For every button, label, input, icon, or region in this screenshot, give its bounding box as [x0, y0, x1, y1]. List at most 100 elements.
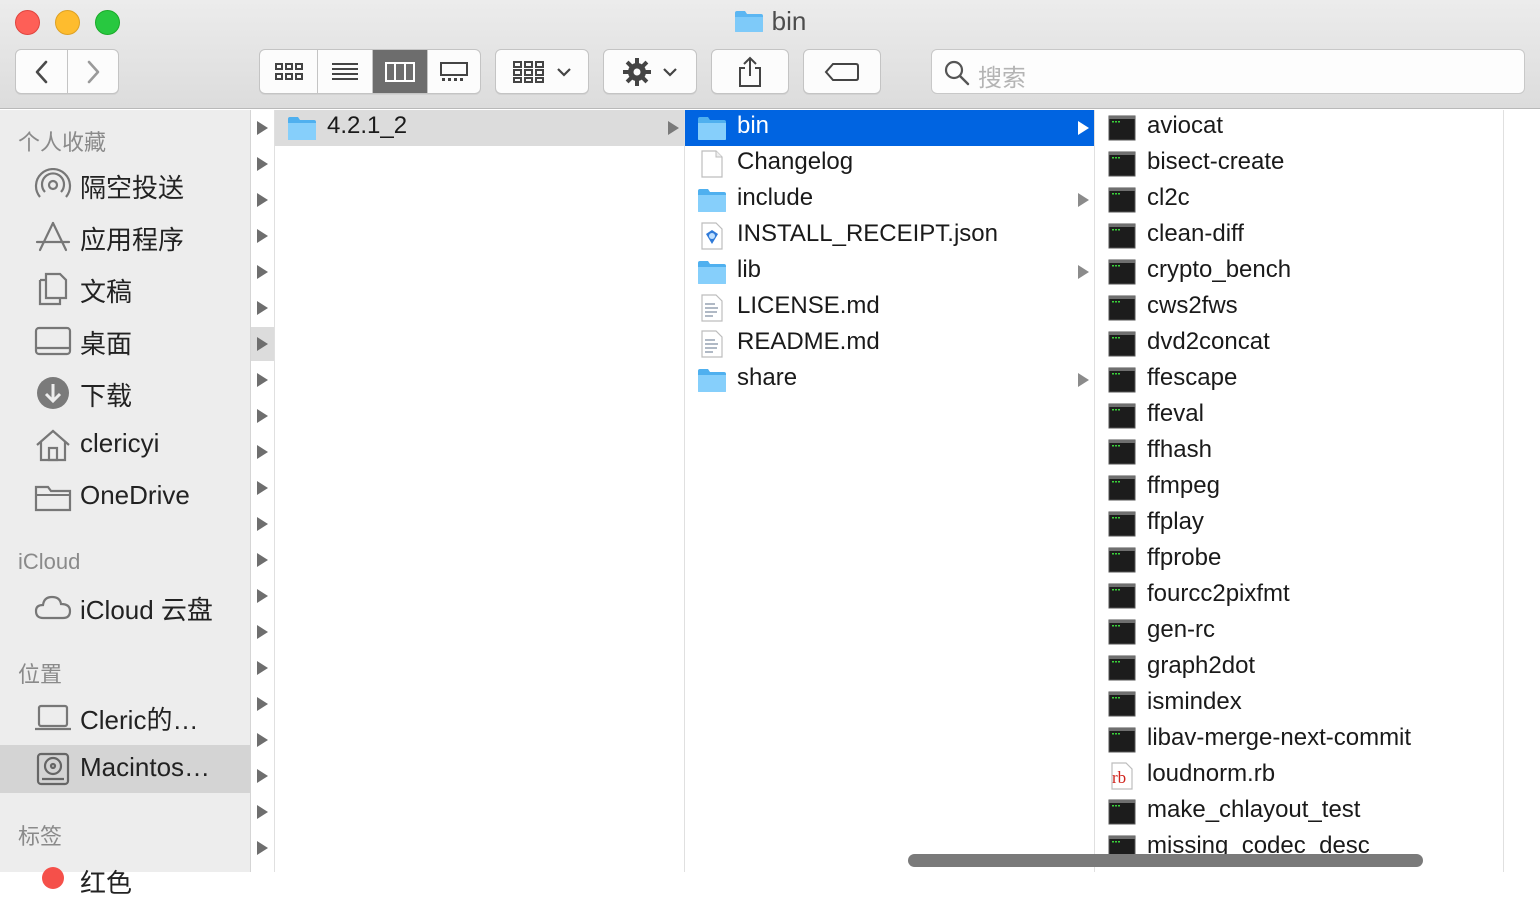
file-row[interactable]: ffplay [1095, 506, 1503, 542]
share-inner [712, 50, 788, 93]
sidebar-section-header: 标签 [18, 824, 63, 849]
file-row[interactable]: INSTALL_RECEIPT.json [685, 218, 1094, 254]
icon-view-button[interactable] [260, 50, 317, 93]
sidebar-item-applications[interactable]: 应用程序 [0, 213, 250, 261]
column-view-button[interactable] [372, 50, 427, 93]
chevron-down-icon [663, 67, 677, 77]
folder-icon [697, 366, 727, 394]
file-row[interactable]: bin [685, 110, 1094, 146]
sidebar-item-red-tag[interactable]: 红色 [0, 853, 250, 901]
search-placeholder: 搜索 [978, 65, 1026, 92]
horizontal-scrollbar[interactable] [908, 854, 1423, 867]
sidebar-item-label: 红色 [80, 868, 133, 898]
text-file-icon [697, 294, 727, 322]
file-row[interactable]: cws2fws [1095, 290, 1503, 326]
file-row[interactable]: LICENSE.md [685, 290, 1094, 326]
disclosure-arrow-icon [257, 445, 268, 459]
sidebar-item-computer[interactable]: Cleric的… [0, 693, 250, 741]
sidebar-item-desktop[interactable]: 桌面 [0, 317, 250, 365]
sidebar-item-macintosh-hd[interactable]: Macintos… [0, 745, 250, 793]
list-view-button[interactable] [317, 50, 372, 93]
airdrop-icon [34, 168, 72, 198]
file-row[interactable]: crypto_bench [1095, 254, 1503, 290]
disclosure-arrow-icon [257, 373, 268, 387]
file-row[interactable]: lib [685, 254, 1094, 290]
sidebar-item-label: 桌面 [80, 329, 133, 359]
sidebar-item-home[interactable]: clericyi [0, 421, 250, 469]
back-button[interactable] [16, 50, 67, 93]
terminal-exec-icon [1107, 582, 1137, 610]
sidebar: 个人收藏 隔空投送 应用程序 文稿 桌面 下载 clericyi OneDriv… [0, 110, 251, 898]
file-name: README.md [737, 328, 880, 355]
file-row[interactable]: include [685, 182, 1094, 218]
sidebar-item-label: 文稿 [80, 277, 133, 307]
folder-icon [287, 114, 317, 142]
file-row[interactable]: README.md [685, 326, 1094, 362]
file-name: bin [737, 112, 770, 139]
sidebar-section-header: 位置 [18, 662, 63, 687]
downloads-icon [37, 377, 69, 409]
sidebar-section-header: 个人收藏 [18, 130, 107, 155]
file-row[interactable]: ffescape [1095, 362, 1503, 398]
action-menu-button[interactable] [603, 49, 697, 94]
group-by-button[interactable] [495, 49, 589, 94]
share-button[interactable] [711, 49, 789, 94]
file-row[interactable]: 4.2.1_2 [275, 110, 684, 146]
sidebar-item-airdrop[interactable]: 隔空投送 [0, 161, 250, 209]
window-toolbar: bin 搜索 [0, 0, 1540, 109]
file-row[interactable]: share [685, 362, 1094, 398]
file-row[interactable]: rb loudnorm.rb [1095, 758, 1503, 794]
sidebar-item-label: 下载 [80, 381, 133, 411]
file-row[interactable]: cl2c [1095, 182, 1503, 218]
file-row[interactable]: ffhash [1095, 434, 1503, 470]
file-name: ffescape [1147, 364, 1238, 391]
gallery-view-button[interactable] [427, 50, 480, 93]
sidebar-item-downloads[interactable]: 下载 [0, 369, 250, 417]
column-view-icon [385, 61, 415, 82]
sidebar-item-label: Macintos… [80, 752, 211, 782]
tag-icon [824, 62, 859, 81]
disclosure-arrow-icon [257, 553, 268, 567]
disclosure-arrow-icon [257, 625, 268, 639]
edit-tags-button[interactable] [803, 49, 881, 94]
sidebar-item-onedrive[interactable]: OneDrive [0, 473, 250, 521]
file-name: LICENSE.md [737, 292, 880, 319]
file-row[interactable]: ffeval [1095, 398, 1503, 434]
file-row[interactable]: gen-rc [1095, 614, 1503, 650]
search-field[interactable]: 搜索 [931, 49, 1525, 94]
sidebar-item-documents[interactable]: 文稿 [0, 265, 250, 313]
file-name: INSTALL_RECEIPT.json [737, 220, 998, 247]
disclosure-arrow-icon [257, 301, 268, 315]
file-row[interactable]: ffmpeg [1095, 470, 1503, 506]
home-icon [36, 429, 70, 462]
file-row[interactable]: aviocat [1095, 110, 1503, 146]
file-name: fourcc2pixfmt [1147, 580, 1290, 607]
file-name: ffhash [1147, 436, 1212, 463]
file-row[interactable]: graph2dot [1095, 650, 1503, 686]
file-row[interactable]: fourcc2pixfmt [1095, 578, 1503, 614]
text-file-icon [697, 330, 727, 358]
file-name: clean-diff [1147, 220, 1244, 247]
file-row[interactable]: bisect-create [1095, 146, 1503, 182]
file-name: ffprobe [1147, 544, 1222, 571]
terminal-exec-icon [1107, 366, 1137, 394]
file-row[interactable]: Changelog [685, 146, 1094, 182]
file-name: Changelog [737, 148, 854, 175]
sidebar-item-label: iCloud 云盘 [80, 595, 213, 625]
share-icon [739, 56, 761, 87]
forward-button[interactable] [67, 50, 118, 93]
file-row[interactable]: libav-merge-next-commit [1095, 722, 1503, 758]
file-row[interactable]: clean-diff [1095, 218, 1503, 254]
sidebar-item-icloud-drive[interactable]: iCloud 云盘 [0, 583, 250, 631]
file-row[interactable]: make_chlayout_test [1095, 794, 1503, 830]
file-name: crypto_bench [1147, 256, 1292, 283]
file-row[interactable]: ffprobe [1095, 542, 1503, 578]
file-row[interactable]: dvd2concat [1095, 326, 1503, 362]
file-row[interactable]: ismindex [1095, 686, 1503, 722]
gallery-view-icon [440, 61, 468, 81]
file-name: bisect-create [1147, 148, 1285, 175]
chevron-down-icon [557, 67, 571, 77]
terminal-exec-icon [1107, 114, 1137, 142]
file-name: ffmpeg [1147, 472, 1220, 499]
document-icon [697, 150, 727, 178]
